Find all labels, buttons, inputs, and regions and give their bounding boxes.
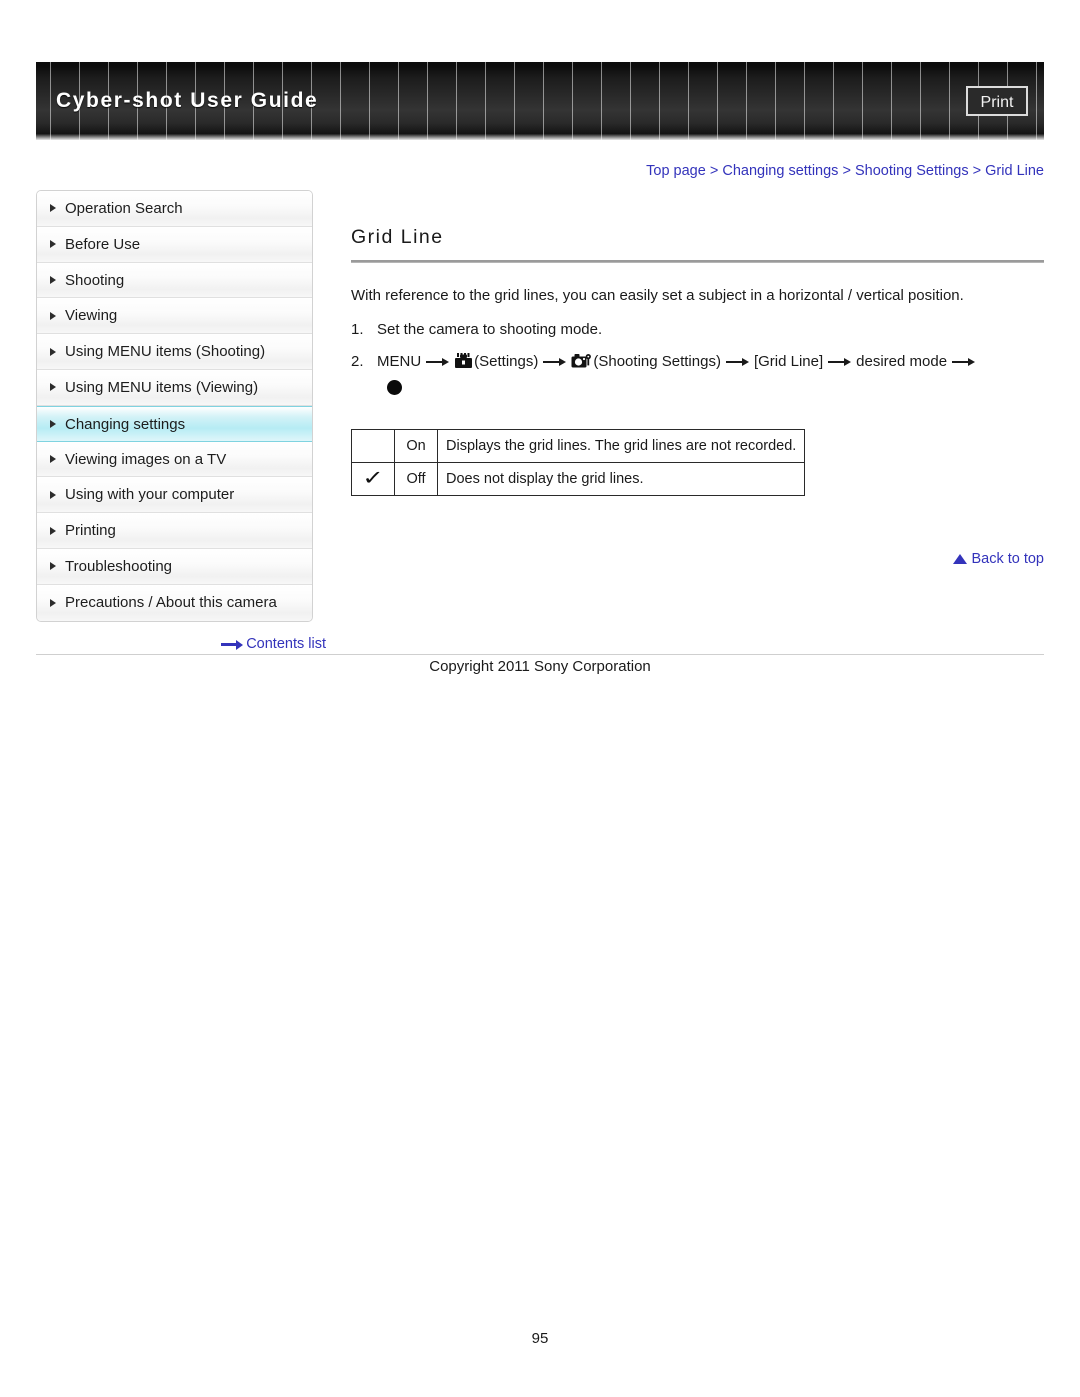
footer-divider xyxy=(36,654,1044,655)
page-number: 95 xyxy=(531,1330,549,1347)
step-2-control-button xyxy=(387,379,1044,399)
contents-list-link[interactable]: Contents list xyxy=(36,636,326,652)
table-cell-check: ✓ xyxy=(351,461,395,496)
table-cell-option: On xyxy=(394,428,438,463)
step-1: 1. Set the camera to shooting mode. xyxy=(351,317,1044,343)
breadcrumb-separator: > xyxy=(842,163,851,179)
triangle-right-icon xyxy=(50,526,56,535)
triangle-up-icon xyxy=(953,554,968,564)
table-cell-description: Does not display the grid lines. xyxy=(436,461,806,496)
triangle-right-icon xyxy=(50,419,56,428)
step-2: 2. MENU (Settings) (Shooting Settings) [Grid… xyxy=(351,349,1044,378)
table-cell-check xyxy=(351,428,395,463)
table-row: ✓ Off Does not display the grid lines. xyxy=(351,461,806,496)
triangle-right-icon xyxy=(50,204,56,213)
arrow-right-icon xyxy=(952,357,976,367)
table-cell-option: Off xyxy=(394,461,438,496)
breadcrumb-item-shooting-settings[interactable]: Shooting Settings xyxy=(855,163,969,179)
intro-paragraph: With reference to the grid lines, you ca… xyxy=(351,287,964,304)
breadcrumb-item-changing-settings[interactable]: Changing settings xyxy=(722,163,838,179)
triangle-right-icon xyxy=(50,311,56,320)
steps-list: 1. Set the camera to shooting mode. 2. MEN… xyxy=(351,317,1044,399)
sidebar-item-label: Using MENU items (Shooting) xyxy=(65,343,266,361)
triangle-right-icon xyxy=(50,275,56,284)
sidebar-item-using-menu-items-viewing[interactable]: Using MENU items (Viewing) xyxy=(37,369,312,406)
sidebar-item-label: Troubleshooting xyxy=(65,557,173,575)
sidebar-item-before-use[interactable]: Before Use xyxy=(37,226,312,263)
triangle-right-icon xyxy=(50,347,56,356)
sidebar-item-label: Shooting xyxy=(65,271,125,289)
arrow-right-icon xyxy=(725,357,749,367)
step-2-menu-label: MENU xyxy=(377,353,422,371)
breadcrumb-separator: > xyxy=(972,163,982,179)
page-title: Grid Line xyxy=(351,226,444,248)
arrow-right-icon xyxy=(828,357,852,367)
arrow-right-icon xyxy=(543,357,567,367)
arrow-right-icon xyxy=(221,639,244,650)
back-to-top-link[interactable]: Back to top xyxy=(351,551,1044,567)
step-1-number: 1. xyxy=(351,320,364,338)
page-title-banner: Cyber-shot User Guide xyxy=(56,89,319,112)
arrow-right-icon xyxy=(426,357,450,367)
title-divider xyxy=(351,260,1044,263)
sidebar-item-label: Before Use xyxy=(65,235,141,253)
sidebar-item-label: Using with your computer xyxy=(65,486,235,504)
sidebar-item-viewing[interactable]: Viewing xyxy=(37,298,312,335)
sidebar-item-troubleshooting[interactable]: Troubleshooting xyxy=(37,548,312,585)
sidebar-item-label: Using MENU items (Viewing) xyxy=(65,378,259,396)
table-cell-description: Displays the grid lines. The grid lines … xyxy=(436,428,806,463)
sidebar-item-label: Changing settings xyxy=(65,415,186,433)
breadcrumb-separator: > xyxy=(709,163,719,179)
triangle-right-icon xyxy=(50,490,56,499)
sidebar-item-label: Precautions / About this camera xyxy=(65,593,277,611)
header-banner: Cyber-shot User Guide Print xyxy=(36,62,1044,140)
sidebar-item-operation-search[interactable]: Operation Search xyxy=(37,191,312,227)
step-2-number: 2. xyxy=(351,353,364,371)
sidebar-item-label: Viewing xyxy=(65,307,118,325)
camera-shooting-settings-icon xyxy=(571,352,592,378)
sidebar-item-viewing-images-on-a-tv[interactable]: Viewing images on a TV xyxy=(37,441,312,478)
triangle-right-icon xyxy=(50,598,56,607)
triangle-right-icon xyxy=(50,383,56,392)
main-content: Grid Line With reference to the grid lin… xyxy=(351,226,1044,496)
sidebar-item-using-menu-items-shooting[interactable]: Using MENU items (Shooting) xyxy=(37,334,312,370)
copyright-text: Copyright 2011 Sony Corporation xyxy=(429,658,651,675)
step-2-grid-line-label: [Grid Line] xyxy=(753,353,824,371)
sidebar-item-label: Printing xyxy=(65,522,116,540)
table-row: On Displays the grid lines. The grid lin… xyxy=(351,428,806,463)
check-mark-icon: ✓ xyxy=(362,467,384,490)
breadcrumb-item-grid-line[interactable]: Grid Line xyxy=(985,163,1044,179)
triangle-right-icon xyxy=(50,562,56,571)
print-button[interactable]: Print xyxy=(966,86,1028,116)
triangle-right-icon xyxy=(50,454,56,463)
triangle-right-icon xyxy=(50,240,56,249)
sidebar-item-printing[interactable]: Printing xyxy=(37,513,312,549)
back-to-top-label: Back to top xyxy=(971,551,1044,567)
sidebar-item-precautions-about-this-camera[interactable]: Precautions / About this camera xyxy=(37,584,312,621)
sidebar-item-changing-settings[interactable]: Changing settings xyxy=(37,405,312,442)
step-2-shooting-settings-label: (Shooting Settings) xyxy=(593,353,721,371)
contents-list-label: Contents list xyxy=(246,636,326,652)
sidebar-item-label: Operation Search xyxy=(65,200,183,217)
toolbox-settings-icon xyxy=(454,352,473,378)
breadcrumb: Top page > Changing settings > Shooting … xyxy=(346,163,1044,179)
sidebar-item-shooting[interactable]: Shooting xyxy=(37,262,312,299)
sidebar-item-using-with-your-computer[interactable]: Using with your computer xyxy=(37,477,312,514)
step-1-text: Set the camera to shooting mode. xyxy=(377,320,603,338)
filled-circle-icon xyxy=(387,379,402,395)
step-2-settings-label: (Settings) xyxy=(474,353,539,371)
sidebar-nav: Operation Search Before Use Shooting Vie… xyxy=(36,190,313,622)
options-table: On Displays the grid lines. The grid lin… xyxy=(351,428,806,496)
breadcrumb-item-top-page[interactable]: Top page xyxy=(646,163,706,179)
step-2-desired-mode-label: desired mode xyxy=(856,353,948,371)
sidebar-item-label: Viewing images on a TV xyxy=(65,450,227,468)
